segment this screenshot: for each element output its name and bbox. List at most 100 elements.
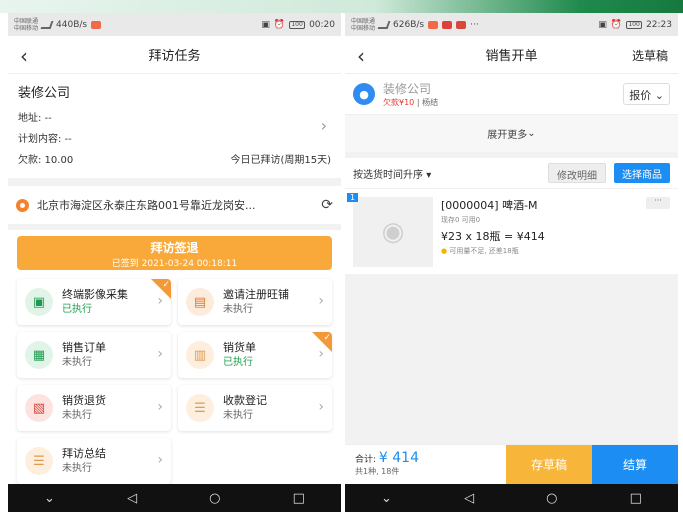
android-nav-bar: ⌄ ◁ ○ □ — [8, 484, 341, 512]
settle-button[interactable]: 结算 — [592, 445, 678, 484]
chevron-left-icon[interactable]: ‹ — [357, 44, 365, 68]
alarm-icon: ⏰ — [610, 19, 623, 30]
signout-subtitle: 已签到 2021-03-24 00:18:11 — [111, 259, 238, 269]
summary-icon: ☰ — [25, 447, 53, 475]
alarm-icon: ⏰ — [273, 19, 286, 30]
chevron-right-icon: › — [320, 116, 327, 135]
back-triangle-icon[interactable]: ◁ — [127, 491, 137, 506]
home-circle-icon[interactable]: ○ — [209, 491, 220, 506]
chevron-right-icon: › — [157, 399, 163, 415]
tile-terminal-image[interactable]: ▣ 终端影像采集 已执行 › ✓ — [17, 279, 171, 325]
nfc-icon: ▣ — [598, 19, 607, 30]
status-bar: 中国联通 中国移动 440B/s ▣ ⏰ 100 00:20 — [8, 13, 341, 36]
select-draft-button[interactable]: 选草稿 — [632, 47, 668, 64]
customer-row[interactable]: ● 装修公司 欠款¥10 | 杨结 报价 ⌄ — [345, 74, 678, 114]
payment-icon: ☰ — [186, 394, 214, 422]
tile-invite-store[interactable]: ▤ 邀请注册旺铺 未执行 › — [178, 279, 332, 325]
signout-button[interactable]: 拜访签退 已签到 2021-03-24 00:18:11 — [17, 236, 332, 270]
clock: 00:20 — [309, 19, 335, 30]
customer-address: 地址: -- — [18, 113, 52, 124]
network-speed: 440B/s — [56, 19, 88, 30]
chevron-down-icon: ⌄ — [527, 128, 536, 139]
visit-info: 今日已拜访(周期15天) — [230, 155, 331, 166]
chevron-right-icon: › — [157, 346, 163, 362]
product-price: ¥23 x 18瓶 = ¥414 — [441, 230, 545, 243]
page-title: 销售开单 — [485, 49, 538, 64]
recents-square-icon[interactable]: □ — [630, 491, 642, 506]
app-notification-icon — [442, 20, 453, 29]
battery-icon: 100 — [289, 20, 306, 29]
sort-select[interactable]: 按选货时间升序 ▾ — [353, 166, 431, 181]
nav-bar: ‹ 销售开单 选草稿 — [345, 36, 678, 74]
store-icon: ▤ — [186, 288, 214, 316]
total-amount: ¥ 414 — [378, 450, 420, 466]
select-product-button[interactable]: 选择商品 — [614, 163, 670, 183]
home-circle-icon[interactable]: ○ — [546, 491, 557, 506]
refresh-icon[interactable]: ⟳ — [321, 197, 333, 213]
caret-down-icon: ▾ — [426, 169, 432, 181]
chevron-down-icon[interactable]: ⌄ — [381, 491, 392, 506]
product-row[interactable]: 1 ◉ [0000004] 啤酒-M 现存0 可用0 ¥23 x 18瓶 = ¥… — [345, 188, 678, 274]
product-index-badge: 1 — [347, 193, 359, 202]
tile-label: 销货退货 — [62, 394, 106, 407]
app-notification-icon — [91, 20, 102, 29]
page-title: 拜访任务 — [148, 49, 201, 64]
location-pin-icon — [16, 198, 29, 212]
top-banner-strip — [0, 0, 683, 13]
clock: 22:23 — [646, 19, 672, 30]
tile-status: 未执行 — [62, 410, 92, 421]
tile-sales-slip[interactable]: ▥ 销货单 已执行 › ✓ — [178, 332, 332, 378]
more-options-icon[interactable]: ··· — [646, 197, 670, 209]
warning-icon: ● — [441, 247, 448, 255]
customer-plan: 计划内容: -- — [18, 134, 72, 145]
customer-card[interactable]: 装修公司 地址: -- 计划内容: -- › 欠款: 10.00 今日已拜访(周… — [8, 74, 341, 178]
location-text: 北京市海淀区永泰庄东路001号靠近龙岗安... — [37, 199, 256, 212]
recents-square-icon[interactable]: □ — [293, 491, 305, 506]
chevron-right-icon: › — [157, 452, 163, 468]
chevron-left-icon[interactable]: ‹ — [20, 44, 28, 68]
tile-label: 终端影像采集 — [62, 288, 128, 301]
order-icon: ▦ — [25, 341, 53, 369]
tile-sales-return[interactable]: ▧ 销货退货未执行 › — [17, 385, 171, 431]
chevron-right-icon: › — [318, 293, 324, 309]
visit-actions: 拜访签退 已签到 2021-03-24 00:18:11 ▣ 终端影像采集 已执行… — [8, 230, 341, 500]
nfc-icon: ▣ — [261, 19, 270, 30]
image-icon: ▣ — [25, 288, 53, 316]
chevron-down-icon[interactable]: ⌄ — [44, 491, 55, 506]
tile-label: 拜访总结 — [62, 447, 106, 460]
edit-detail-button[interactable]: 修改明细 — [548, 163, 606, 183]
expand-more-button[interactable]: 展开更多 ⌄ — [345, 114, 678, 152]
battery-icon: 100 — [626, 20, 643, 29]
receipt-icon: ▥ — [186, 341, 214, 369]
customer-debt: 欠款: 10.00 — [18, 155, 74, 166]
tile-status: 已执行 — [223, 357, 253, 368]
done-badge-icon: ✓ — [312, 332, 332, 352]
android-nav-bar: ⌄ ◁ ○ □ — [345, 484, 678, 512]
customer-name: 装修公司 — [18, 86, 71, 101]
return-icon: ▧ — [25, 394, 53, 422]
avatar-icon: ● — [353, 83, 375, 105]
product-stock: 现存0 可用0 — [441, 216, 481, 224]
tile-status: 未执行 — [223, 304, 253, 315]
more-icon: ··· — [470, 19, 479, 30]
tile-label: 销售订单 — [62, 341, 106, 354]
signout-title: 拜访签退 — [150, 241, 199, 255]
network-speed: 626B/s — [393, 19, 425, 30]
status-bar: 中国联通 中国移动 626B/s ··· ▣ ⏰ 100 22:23 — [345, 13, 678, 36]
save-draft-button[interactable]: 存草稿 — [506, 445, 592, 484]
total-label: 合计: — [355, 455, 377, 465]
tile-visit-summary[interactable]: ☰ 拜访总结 未执行 › — [17, 438, 171, 484]
tile-status: 未执行 — [62, 357, 92, 368]
signal-icon — [377, 20, 391, 29]
phone-sales-order: 中国联通 中国移动 626B/s ··· ▣ ⏰ 100 22:23 ‹ 销售开单… — [345, 13, 678, 512]
sort-bar: 按选货时间升序 ▾ 修改明细 选择商品 — [345, 158, 678, 188]
tile-payment[interactable]: ☰ 收款登记 未执行 › — [178, 385, 332, 431]
back-triangle-icon[interactable]: ◁ — [464, 491, 474, 506]
total-summary: 共1种, 18件 — [355, 467, 400, 476]
tile-sales-order[interactable]: ▦ 销售订单未执行 › — [17, 332, 171, 378]
checkout-footer: 合计: ¥ 414 共1种, 18件 存草稿 结算 — [345, 444, 678, 484]
action-grid: ▣ 终端影像采集 已执行 › ✓ ▤ 邀请注册旺铺 未执行 › ▦ 销售订单 未执行 … — [17, 279, 332, 484]
customer-debt: 欠款¥10 — [383, 98, 415, 107]
customer-tag: | 杨结 — [416, 98, 439, 107]
price-mode-select[interactable]: 报价 ⌄ — [623, 83, 670, 105]
